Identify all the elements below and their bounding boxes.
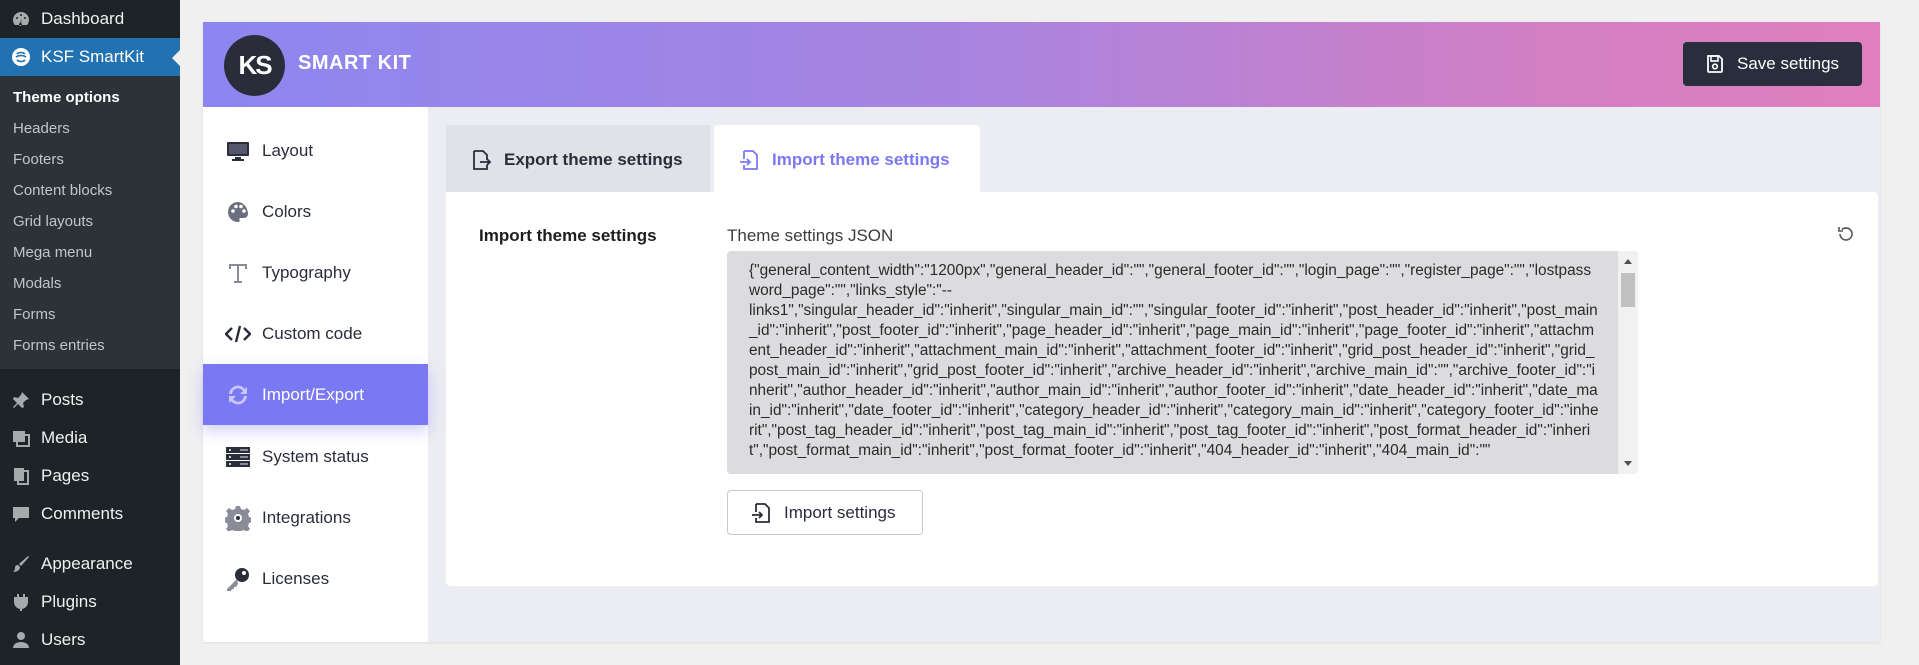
wp-submenu-headers[interactable]: Headers (0, 113, 180, 144)
wp-submenu-content-blocks[interactable]: Content blocks (0, 175, 180, 206)
nav-label-licenses: Licenses (262, 568, 330, 588)
logo-text: KS (238, 50, 272, 80)
wp-submenu-mega-menu[interactable]: Mega menu (0, 237, 180, 268)
brush-icon (11, 554, 31, 574)
nav-label-system-status: System status (262, 446, 369, 466)
save-settings-button[interactable]: Save settings (1683, 42, 1862, 86)
wp-submenu-theme-options[interactable]: Theme options (0, 82, 180, 113)
wp-menu-pages[interactable]: Pages (0, 457, 180, 495)
nav-item-typography[interactable]: Typography (203, 242, 428, 303)
reset-icon[interactable] (1836, 224, 1856, 249)
nav-label-import-export: Import/Export (262, 384, 365, 404)
wp-submenu-forms-entries[interactable]: Forms entries (0, 330, 180, 361)
nav-item-custom-code[interactable]: Custom code (203, 303, 428, 364)
wp-menu-ksf-label: KSF SmartKit (41, 47, 144, 66)
wp-menu-ksf-smartkit[interactable]: KSF SmartKit (0, 38, 180, 76)
dashboard-icon (11, 9, 31, 29)
scrollbar-thumb[interactable] (1621, 273, 1635, 307)
nav-item-integrations[interactable]: Integrations (203, 487, 428, 548)
nav-item-licenses[interactable]: Licenses (203, 548, 428, 609)
import-panel: Import theme settings Theme settings JSO… (446, 192, 1878, 586)
wp-menu-media[interactable]: Media (0, 419, 180, 457)
wp-menu-users-label: Users (41, 630, 86, 649)
json-textarea[interactable]: {"general_content_width":"1200px","gener… (727, 251, 1638, 474)
smartkit-settings-frame: KS SMART KIT Save settings Layout Colors… (203, 22, 1880, 642)
ksf-icon (11, 47, 31, 67)
smartkit-logo: KS (224, 35, 285, 96)
file-import-icon (738, 149, 760, 171)
wp-menu-posts-label: Posts (41, 390, 84, 409)
gear-icon (225, 505, 251, 531)
brand-name: SMART KIT (298, 52, 412, 74)
json-field-label: Theme settings JSON (727, 226, 894, 245)
smartkit-header: KS SMART KIT Save settings (203, 22, 1880, 107)
wp-menu-users[interactable]: Users (0, 621, 180, 659)
wp-menu-plugins-label: Plugins (41, 592, 97, 611)
json-textarea-value: {"general_content_width":"1200px","gener… (749, 262, 1599, 459)
monitor-icon (225, 138, 251, 164)
wp-menu-comments[interactable]: Comments (0, 495, 180, 533)
palette-icon (225, 199, 251, 225)
scroll-down-icon[interactable] (1624, 461, 1632, 466)
textarea-scrollbar[interactable] (1618, 251, 1638, 474)
wp-menu-dashboard[interactable]: Dashboard (0, 0, 180, 38)
nav-label-typography: Typography (262, 262, 351, 282)
nav-item-colors[interactable]: Colors (203, 181, 428, 242)
wp-submenu-forms[interactable]: Forms (0, 299, 180, 330)
type-icon (225, 260, 251, 286)
tab-export-label: Export theme settings (504, 149, 683, 169)
server-icon (225, 444, 251, 470)
code-icon (225, 321, 251, 347)
wp-menu-dashboard-label: Dashboard (41, 9, 125, 28)
media-icon (11, 428, 31, 448)
user-icon (11, 630, 31, 650)
tab-import-theme-settings[interactable]: Import theme settings (714, 125, 980, 194)
section-title: Import theme settings (479, 226, 657, 245)
plug-icon (11, 592, 31, 612)
nav-item-system-status[interactable]: System status (203, 426, 428, 487)
key-icon (225, 566, 251, 592)
wp-menu-comments-label: Comments (41, 504, 124, 523)
wp-admin-sidebar: Dashboard KSF SmartKit Theme options Hea… (0, 0, 180, 665)
nav-label-layout: Layout (262, 140, 314, 160)
wp-menu-posts[interactable]: Posts (0, 381, 180, 419)
wp-submenu-footers[interactable]: Footers (0, 144, 180, 175)
nav-item-import-export[interactable]: Import/Export (203, 364, 428, 425)
file-export-icon (470, 149, 492, 171)
nav-label-colors: Colors (262, 201, 312, 221)
comment-icon (11, 504, 31, 524)
refresh-icon (225, 382, 251, 408)
wp-submenu-modals[interactable]: Modals (0, 268, 180, 299)
nav-label-integrations: Integrations (262, 507, 351, 527)
pages-icon (11, 466, 31, 486)
wp-menu-media-label: Media (41, 428, 88, 447)
save-icon (1705, 54, 1725, 74)
nav-label-custom-code: Custom code (262, 323, 363, 343)
import-settings-button[interactable]: Import settings (727, 490, 923, 535)
wp-submenu-grid-layouts[interactable]: Grid layouts (0, 206, 180, 237)
tab-export-theme-settings[interactable]: Export theme settings (446, 125, 710, 194)
pin-icon (11, 390, 31, 410)
wp-menu-plugins[interactable]: Plugins (0, 583, 180, 621)
settings-nav: Layout Colors Typography Custom code Imp… (203, 107, 428, 642)
nav-item-layout[interactable]: Layout (203, 120, 428, 181)
tab-import-label: Import theme settings (772, 149, 950, 169)
wp-submenu: Theme options Headers Footers Content bl… (0, 76, 180, 369)
import-settings-label: Import settings (784, 502, 896, 522)
scroll-up-icon[interactable] (1624, 259, 1632, 264)
wp-menu-pages-label: Pages (41, 466, 90, 485)
wp-menu-appearance[interactable]: Appearance (0, 545, 180, 583)
wp-menu-appearance-label: Appearance (41, 554, 133, 573)
file-import-icon (750, 502, 772, 524)
save-settings-label: Save settings (1737, 54, 1840, 73)
